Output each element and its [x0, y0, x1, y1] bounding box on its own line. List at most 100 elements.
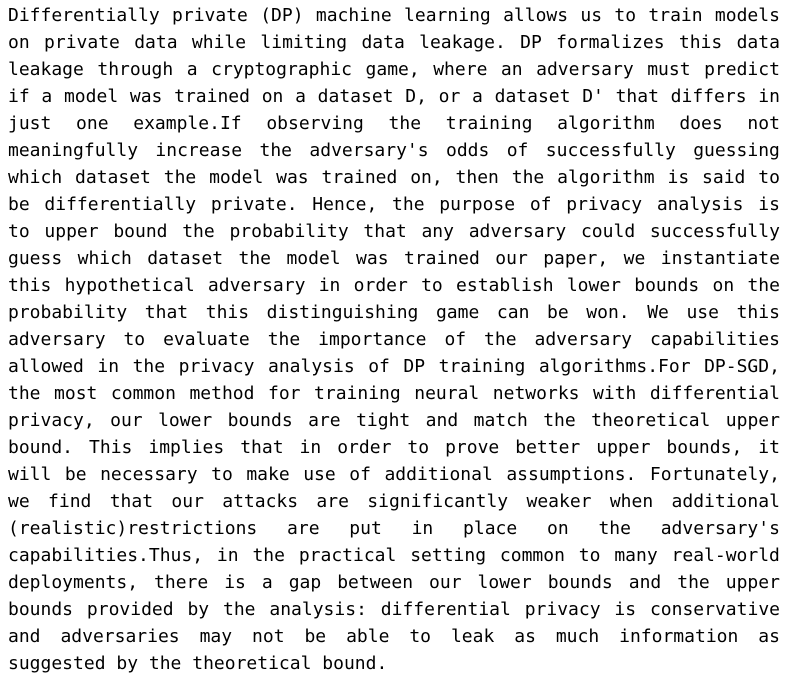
text-word: our: [110, 410, 143, 431]
text-word: to: [211, 464, 233, 485]
text-word: just: [8, 113, 52, 134]
text-word: be: [304, 626, 327, 647]
text-word: privacy: [524, 599, 601, 620]
text-word: method: [189, 383, 255, 404]
text-word: adversary: [468, 221, 567, 242]
text-word: use: [303, 464, 336, 485]
text-word: model: [286, 248, 341, 269]
text-word: differential: [649, 383, 780, 404]
text-word: through: [97, 59, 174, 80]
text-word: successfully: [545, 140, 676, 161]
text-word: This: [89, 437, 133, 458]
text-word: that: [615, 86, 659, 107]
text-word: guess: [8, 248, 63, 269]
text-word: information: [619, 626, 739, 647]
text-word: setting: [410, 545, 487, 566]
document-page: Differentially private (DP) machine learning…: [0, 0, 788, 674]
text-word: the: [388, 113, 422, 134]
text-word: of: [506, 140, 529, 161]
text-word: an: [500, 59, 523, 80]
text-word: the: [677, 572, 710, 593]
text-word: on: [261, 86, 284, 107]
text-line: the most common method for training neural netw…: [8, 380, 780, 407]
text-word: observing: [266, 113, 364, 134]
text-line: and adversaries may not be able to leak as much in…: [8, 623, 780, 650]
text-word: We: [647, 302, 669, 323]
text-word: attacks: [222, 491, 299, 512]
text-word: was: [129, 86, 163, 107]
text-word: or: [438, 86, 461, 107]
text-word: a: [295, 86, 306, 107]
text-word: model: [63, 86, 119, 107]
text-word: the: [511, 167, 545, 188]
text-word: adversary's: [309, 140, 429, 161]
text-word: bounds: [8, 599, 74, 620]
text-word: of: [368, 356, 390, 377]
text-word: not: [747, 113, 780, 134]
text-line: Differentially private (DP) machine learning…: [8, 2, 780, 29]
text-word: data: [736, 32, 780, 53]
text-word: allows: [503, 5, 569, 26]
text-word: won.: [586, 302, 630, 323]
text-word: to: [758, 167, 780, 188]
text-word: a: [261, 572, 273, 593]
text-line: leakage through a cryptographic game, where an…: [8, 56, 780, 83]
text-word: the: [252, 545, 285, 566]
text-word: increase: [155, 140, 243, 161]
text-word: to: [123, 329, 146, 350]
text-word: leak: [450, 626, 495, 647]
text-word: Hence,: [312, 194, 378, 215]
text-word: successfully: [649, 221, 780, 242]
text-word: is: [224, 572, 246, 593]
text-word: to: [421, 275, 443, 296]
text-word: as: [758, 626, 780, 647]
text-word: our: [429, 572, 462, 593]
text-word: machine: [315, 5, 392, 26]
text-word: one: [76, 113, 109, 134]
text-word: then: [455, 167, 499, 188]
text-word: algorithms.For: [538, 356, 691, 377]
text-word: meaningfully: [8, 140, 139, 161]
text-word: to: [409, 626, 432, 647]
text-word: on: [712, 275, 735, 296]
text-word: capabilities: [649, 329, 780, 350]
text-word: significantly: [367, 491, 509, 512]
text-word: are: [316, 491, 349, 512]
text-word: if: [8, 86, 30, 107]
text-word: must: [647, 59, 691, 80]
text-word: of: [444, 329, 467, 350]
text-word: adversary: [536, 59, 634, 80]
text-line: (realistic)restrictions are put in place on th…: [8, 515, 780, 542]
text-word: find: [48, 491, 92, 512]
text-word: conservative: [649, 599, 780, 620]
text-word: that: [144, 302, 189, 323]
text-word: dataset: [75, 167, 151, 188]
text-word: be: [64, 464, 87, 485]
text-word: training: [445, 113, 533, 134]
text-word: suggested by the theoretical bound.: [8, 653, 388, 674]
text-word: data: [361, 32, 405, 53]
text-word: our: [171, 491, 204, 512]
text-word: bounds: [227, 410, 293, 431]
text-word: said: [702, 167, 746, 188]
text-word: D,: [405, 86, 427, 107]
text-word: which: [8, 167, 63, 188]
text-word: will: [8, 464, 52, 485]
text-word: algorithm: [557, 113, 655, 134]
text-word: adversary: [534, 329, 633, 350]
text-word: networks: [492, 383, 580, 404]
text-word: match: [473, 410, 528, 431]
text-word: in: [318, 275, 341, 296]
text-word: where: [433, 59, 488, 80]
text-word: that: [109, 491, 154, 512]
text-word: purpose: [439, 194, 516, 215]
text-word: odds: [445, 140, 490, 161]
text-word: a: [472, 86, 483, 107]
text-word: the: [267, 329, 301, 350]
text-line: privacy, our lower bounds are tight and match th…: [8, 407, 780, 434]
text-word: tight: [356, 410, 411, 431]
text-word: privacy,: [8, 410, 95, 431]
abstract-text-block: Differentially private (DP) machine learning…: [8, 2, 780, 677]
text-word: Fortunately,: [649, 464, 780, 485]
text-word: Differentially: [8, 5, 160, 26]
